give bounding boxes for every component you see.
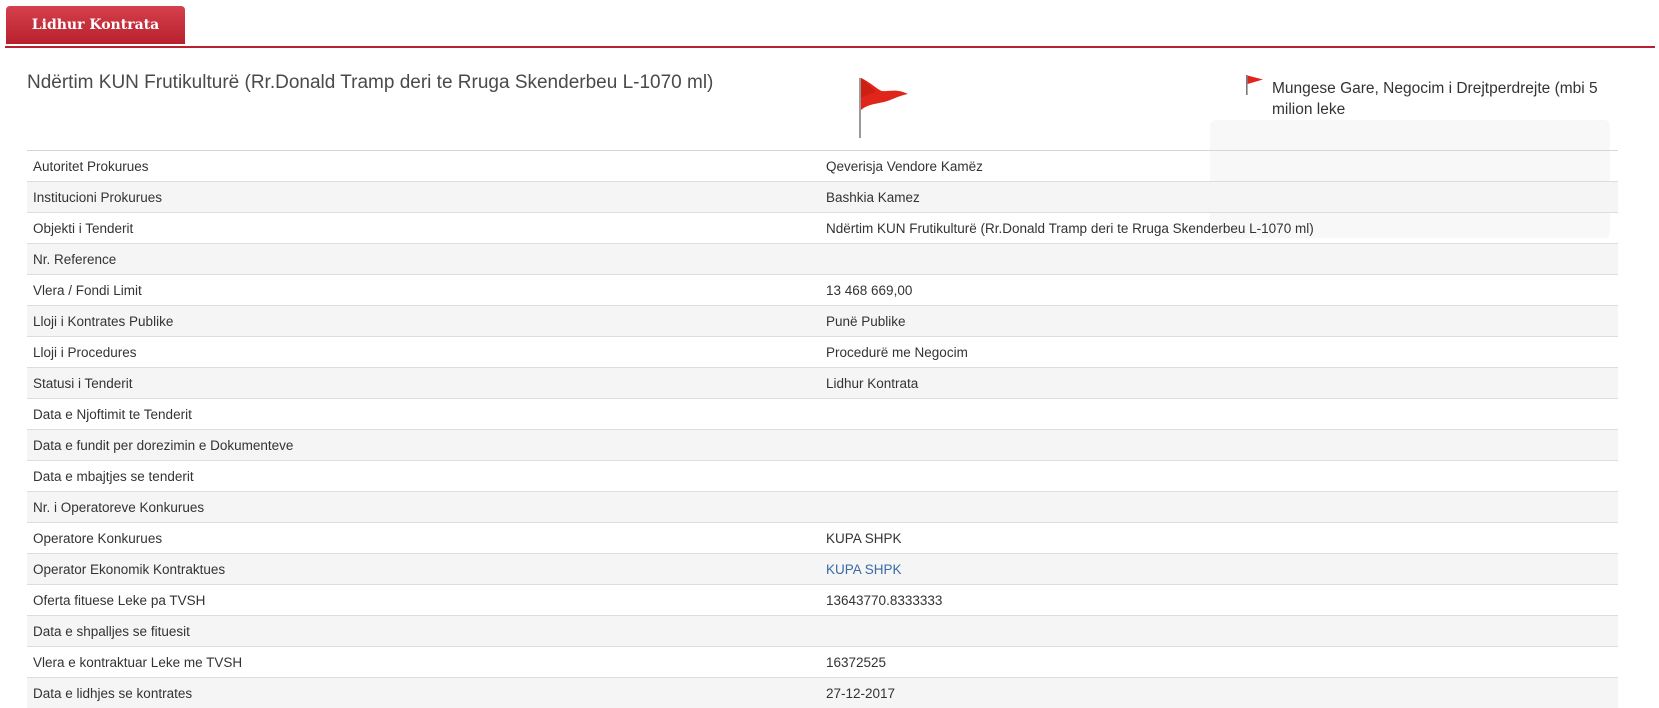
- table-row: Objekti i TenderitNdërtim KUN Frutikultu…: [27, 213, 1618, 244]
- row-label: Data e Njoftimit te Tenderit: [27, 399, 820, 430]
- row-value: [820, 430, 1618, 461]
- row-value: Punë Publike: [820, 306, 1618, 337]
- row-value: Procedurë me Negocim: [820, 337, 1618, 368]
- row-value: Lidhur Kontrata: [820, 368, 1618, 399]
- row-label: Lloji i Procedures: [27, 337, 820, 368]
- table-row: Data e shpalljes se fituesit: [27, 616, 1618, 647]
- table-row: Oferta fituese Leke pa TVSH13643770.8333…: [27, 585, 1618, 616]
- table-row: Nr. i Operatoreve Konkurues: [27, 492, 1618, 523]
- small-red-flag-icon: [1244, 74, 1266, 96]
- tab-lidhur-kontrata[interactable]: Lidhur Kontrata: [6, 6, 185, 44]
- contractor-link[interactable]: KUPA SHPK: [826, 562, 902, 577]
- table-row: Institucioni ProkuruesBashkia Kamez: [27, 182, 1618, 213]
- row-label: Oferta fituese Leke pa TVSH: [27, 585, 820, 616]
- row-value: Qeverisja Vendore Kamëz: [820, 151, 1618, 182]
- table-row: Data e lidhjes se kontrates27-12-2017: [27, 678, 1618, 708]
- row-label: Nr. i Operatoreve Konkurues: [27, 492, 820, 523]
- row-value: Bashkia Kamez: [820, 182, 1618, 213]
- row-value: 13643770.8333333: [820, 585, 1618, 616]
- table-row: Operator Ekonomik Kontraktues KUPA SHPK: [27, 554, 1618, 585]
- row-label: Vlera / Fondi Limit: [27, 275, 820, 306]
- row-label: Lloji i Kontrates Publike: [27, 306, 820, 337]
- row-label: Nr. Reference: [27, 244, 820, 275]
- table-row: Autoritet ProkuruesQeverisja Vendore Kam…: [27, 151, 1618, 182]
- row-value: KUPA SHPK: [820, 554, 1618, 585]
- row-label: Operatore Konkurues: [27, 523, 820, 554]
- row-value: 27-12-2017: [820, 678, 1618, 708]
- red-flag-icon: [852, 74, 916, 140]
- row-label: Data e shpalljes se fituesit: [27, 616, 820, 647]
- table-row: Vlera e kontraktuar Leke me TVSH16372525: [27, 647, 1618, 678]
- table-row: Lloji i Kontrates PublikePunë Publike: [27, 306, 1618, 337]
- row-label: Autoritet Prokurues: [27, 151, 820, 182]
- row-label: Data e mbajtjes se tenderit: [27, 461, 820, 492]
- row-label: Data e fundit per dorezimin e Dokumentev…: [27, 430, 820, 461]
- row-value: [820, 244, 1618, 275]
- table-row: Lloji i ProceduresProcedurë me Negocim: [27, 337, 1618, 368]
- row-label: Statusi i Tenderit: [27, 368, 820, 399]
- row-label: Vlera e kontraktuar Leke me TVSH: [27, 647, 820, 678]
- table-row: Data e mbajtjes se tenderit: [27, 461, 1618, 492]
- row-label: Data e lidhjes se kontrates: [27, 678, 820, 708]
- row-value: Ndërtim KUN Frutikulturë (Rr.Donald Tram…: [820, 213, 1618, 244]
- table-row: Operatore KonkuruesKUPA SHPK: [27, 523, 1618, 554]
- row-label: Operator Ekonomik Kontraktues: [27, 554, 820, 585]
- row-value: [820, 492, 1618, 523]
- tender-info-table: Autoritet ProkuruesQeverisja Vendore Kam…: [27, 150, 1618, 708]
- table-row: Data e fundit per dorezimin e Dokumentev…: [27, 430, 1618, 461]
- flag-note: Mungese Gare, Negocim i Drejtperdrejte (…: [1272, 78, 1617, 120]
- page-title: Ndërtim KUN Frutikulturë (Rr.Donald Tram…: [27, 71, 807, 95]
- table-row: Nr. Reference: [27, 244, 1618, 275]
- row-value: KUPA SHPK: [820, 523, 1618, 554]
- row-label: Institucioni Prokurues: [27, 182, 820, 213]
- tab-bar: Lidhur Kontrata: [5, 0, 1655, 48]
- row-value: [820, 399, 1618, 430]
- row-value: [820, 616, 1618, 647]
- row-value: 13 468 669,00: [820, 275, 1618, 306]
- table-row: Data e Njoftimit te Tenderit: [27, 399, 1618, 430]
- row-value: [820, 461, 1618, 492]
- row-label: Objekti i Tenderit: [27, 213, 820, 244]
- table-row: Statusi i TenderitLidhur Kontrata: [27, 368, 1618, 399]
- row-value: 16372525: [820, 647, 1618, 678]
- table-row: Vlera / Fondi Limit13 468 669,00: [27, 275, 1618, 306]
